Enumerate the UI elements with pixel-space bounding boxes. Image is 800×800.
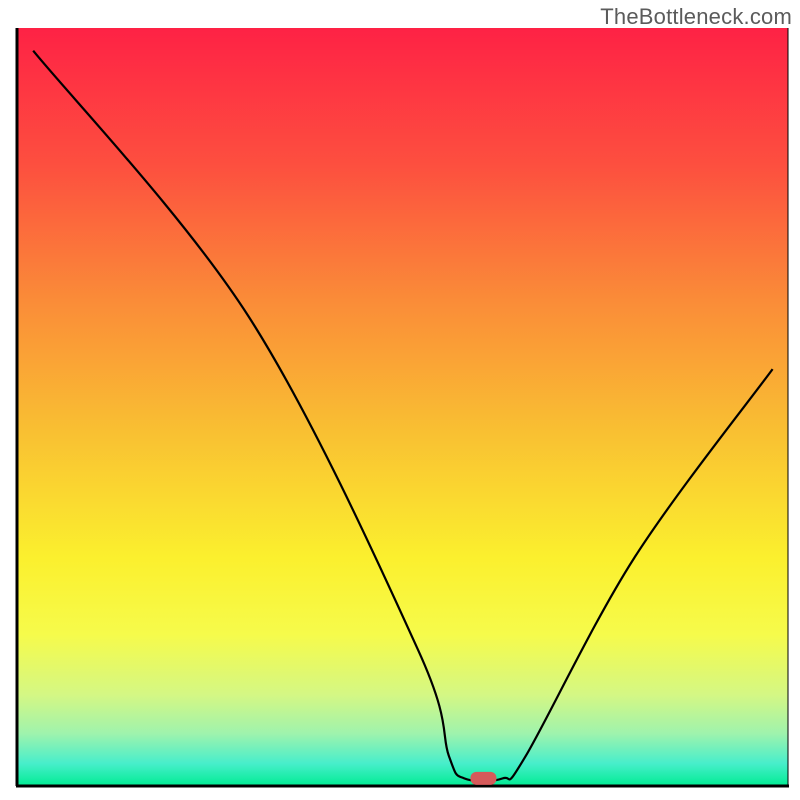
optimal-marker	[470, 772, 496, 785]
plot-background	[17, 28, 788, 786]
chart-svg	[0, 0, 800, 800]
watermark-text: TheBottleneck.com	[600, 4, 792, 30]
bottleneck-chart: TheBottleneck.com	[0, 0, 800, 800]
